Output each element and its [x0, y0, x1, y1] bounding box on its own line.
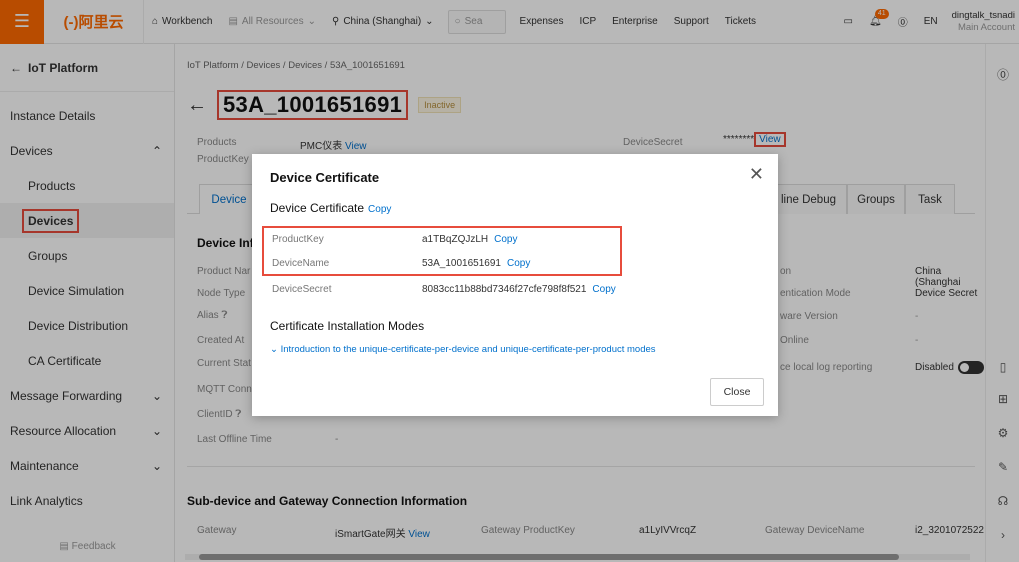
devicesecret-key: DeviceSecret	[272, 284, 332, 295]
dialog-title: Device Certificate	[270, 170, 380, 185]
copy-devicesecret-button[interactable]: Copy	[592, 284, 615, 295]
productkey-key: ProductKey	[272, 234, 324, 245]
devicename-value: 53A_1001651691 Copy	[422, 258, 531, 269]
devicename-key: DeviceName	[272, 258, 330, 269]
dialog-subtitle: Device Certificate Copy	[270, 201, 392, 215]
close-icon[interactable]: ✕	[749, 164, 764, 185]
copy-productkey-button[interactable]: Copy	[494, 234, 517, 245]
device-certificate-dialog: Device Certificate ✕ Device Certificate C…	[252, 154, 778, 416]
close-button[interactable]: Close	[710, 378, 764, 406]
devicesecret-value: 8083cc11b88bd7346f27cfe798f8f521 Copy	[422, 284, 616, 295]
productkey-value: a1TBqZQJzLH Copy	[422, 234, 518, 245]
chevron-down-icon: ⌄	[270, 344, 281, 355]
installation-modes-title: Certificate Installation Modes	[270, 319, 425, 333]
copy-devicename-button[interactable]: Copy	[507, 258, 530, 269]
installation-modes-link[interactable]: ⌄ Introduction to the unique-certificate…	[270, 344, 656, 355]
copy-all-button[interactable]: Copy	[368, 204, 391, 215]
